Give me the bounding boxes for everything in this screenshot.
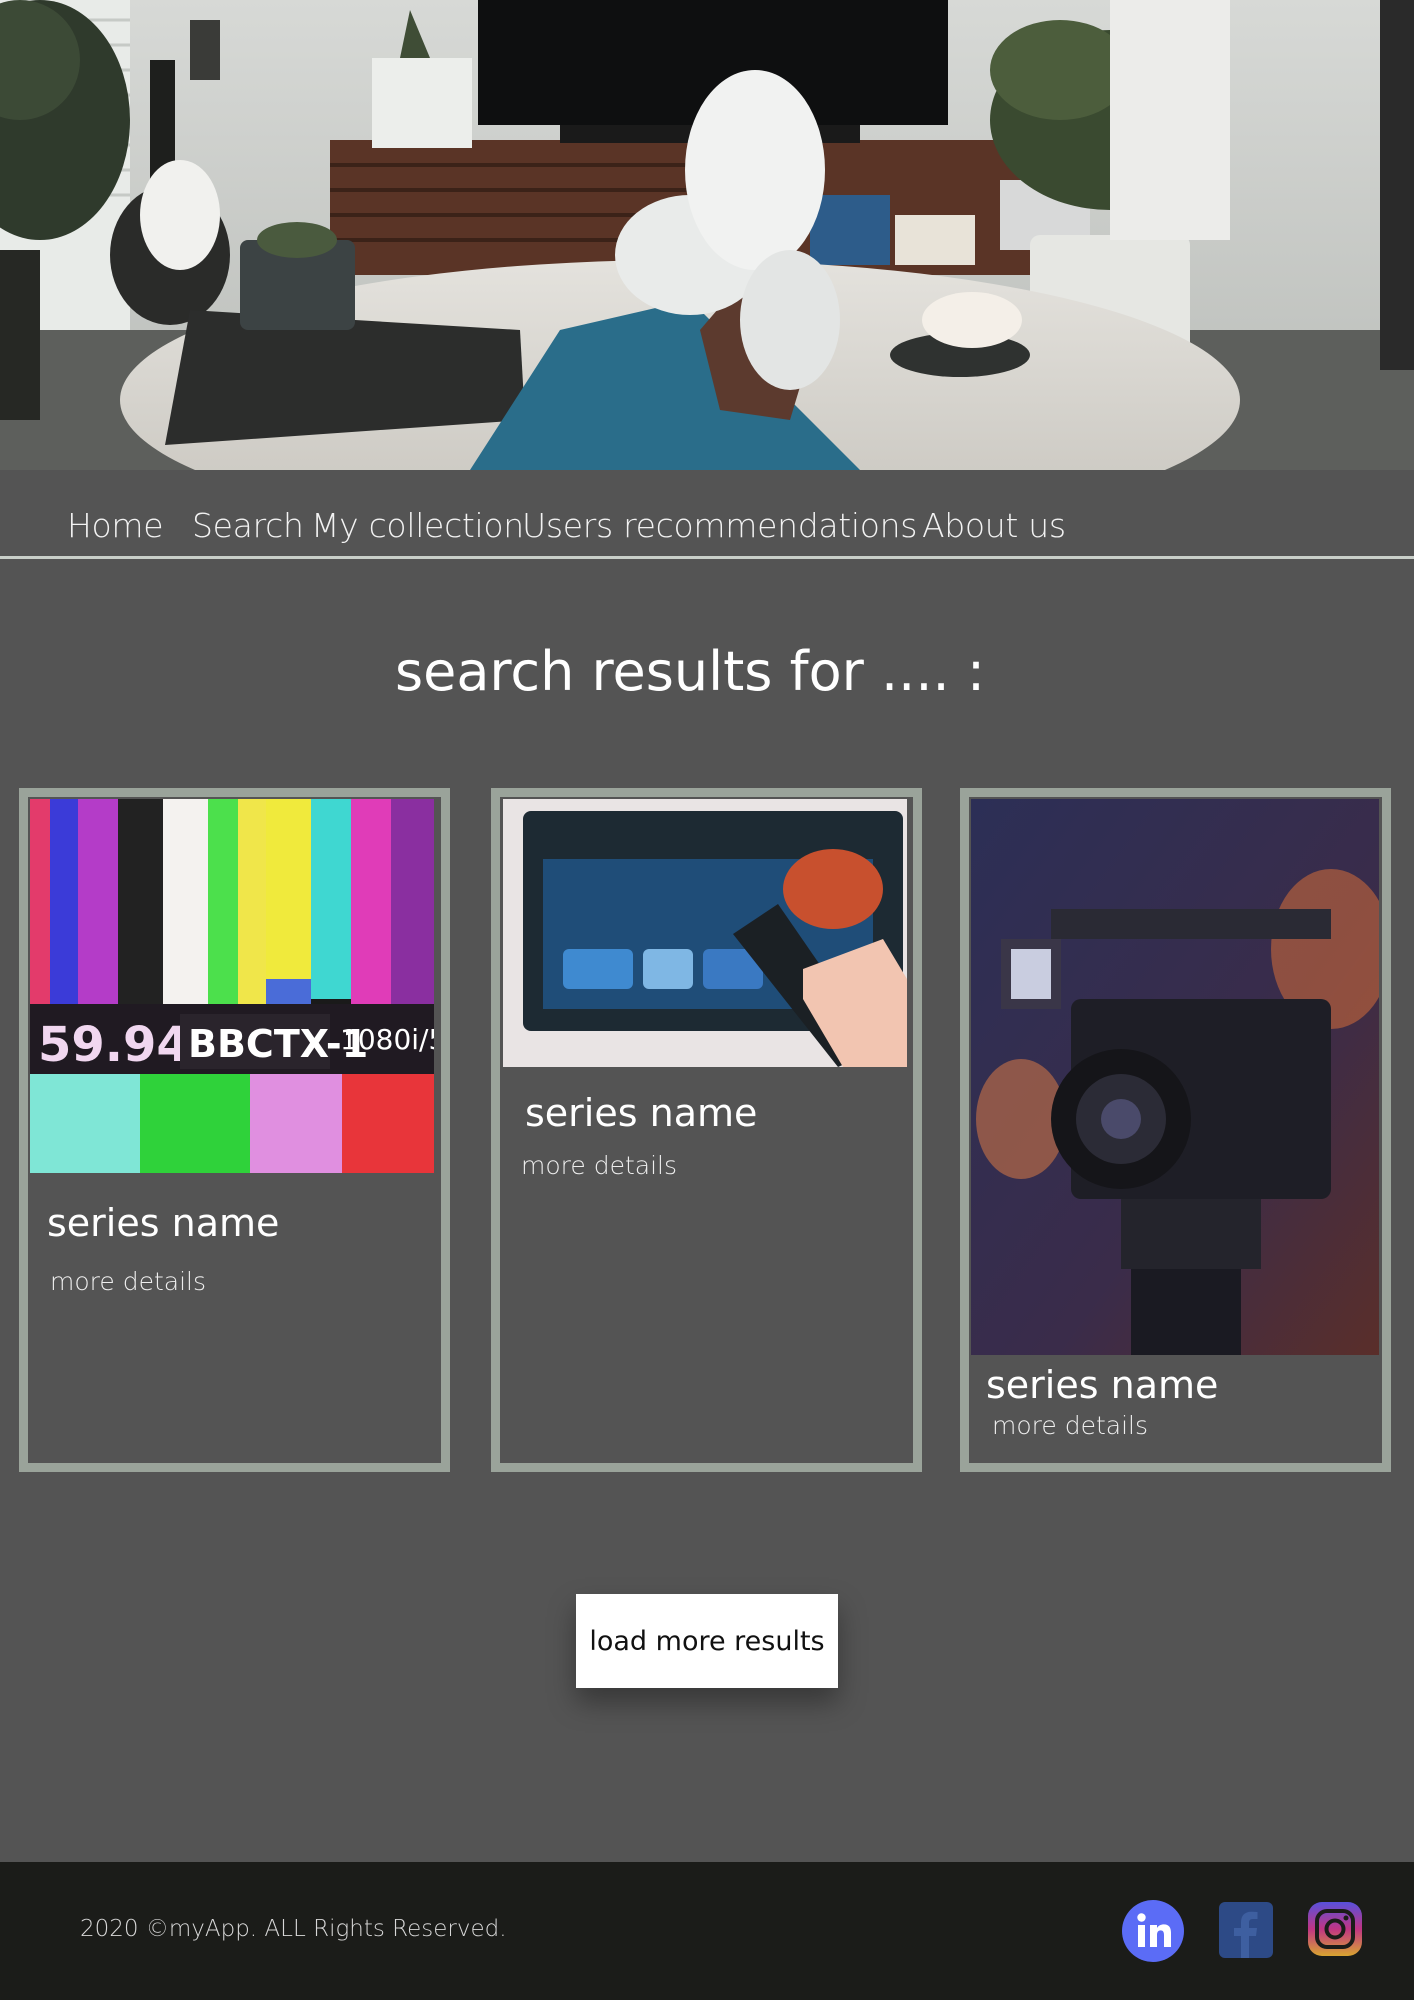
main-nav: Home Search My collection Users recommen…	[0, 470, 1414, 558]
nav-item-users-recommendations[interactable]: Users recommendations	[522, 506, 917, 545]
nav-item-home[interactable]: Home	[67, 506, 164, 545]
video-camera-image	[971, 799, 1379, 1355]
instagram-icon[interactable]	[1308, 1902, 1362, 1956]
more-details-link[interactable]: more details	[992, 1411, 1148, 1440]
facebook-icon[interactable]	[1219, 1902, 1273, 1958]
copyright-text: 2020 ©myApp. ALL Rights Reserved.	[80, 1916, 507, 1942]
nav-item-about-us[interactable]: About us	[922, 506, 1066, 545]
footer: 2020 ©myApp. ALL Rights Reserved.	[0, 1862, 1414, 2000]
nav-divider	[0, 556, 1414, 559]
result-card[interactable]: series name more details	[960, 788, 1391, 1472]
svg-text:59.94: 59.94	[38, 1017, 190, 1073]
more-details-link[interactable]: more details	[521, 1151, 677, 1180]
series-name[interactable]: series name	[47, 1201, 279, 1245]
linkedin-icon[interactable]	[1122, 1900, 1184, 1962]
nav-item-search[interactable]: Search	[192, 506, 304, 545]
more-details-link[interactable]: more details	[50, 1267, 206, 1296]
hero-image	[0, 0, 1414, 470]
tv-remote-image	[503, 799, 907, 1067]
page-title: search results for .... :	[394, 640, 986, 703]
nav-item-my-collection[interactable]: My collection	[311, 506, 524, 545]
series-name[interactable]: series name	[986, 1363, 1218, 1407]
result-card[interactable]: series name more details	[491, 788, 922, 1472]
series-name[interactable]: series name	[525, 1091, 757, 1135]
result-card[interactable]: 59.94 BBCTX-1 1080i/59. series name more…	[19, 788, 450, 1472]
tv-test-pattern-image: 59.94 BBCTX-1 1080i/59.	[30, 799, 434, 1173]
svg-text:1080i/59.: 1080i/59.	[340, 1023, 434, 1056]
load-more-button[interactable]: load more results	[576, 1594, 838, 1688]
